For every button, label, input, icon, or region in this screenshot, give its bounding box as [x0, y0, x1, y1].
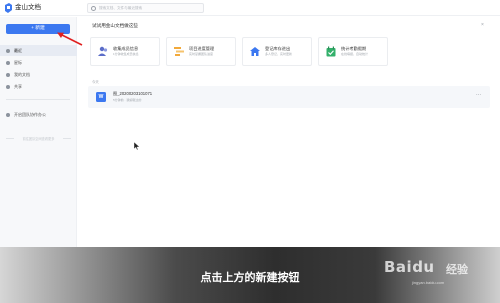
card-subtitle: 实时掌握团队进度	[189, 52, 214, 56]
sidebar-item-team[interactable]: 开启团队协作办公	[0, 109, 77, 120]
template-card-inventory[interactable]: 登记库存进出 多人登记，实时更新	[242, 37, 312, 66]
sidebar-item-starred[interactable]: 星标	[0, 57, 77, 68]
house-icon	[250, 47, 260, 56]
watermark-brand: Baidu	[384, 258, 435, 276]
calendar-check-icon	[326, 46, 336, 57]
search-icon	[91, 6, 96, 11]
progress-icon	[174, 47, 184, 56]
annotation-arrow-icon	[57, 32, 83, 46]
sidebar-item-label: 开启团队协作办公	[14, 112, 46, 117]
team-icon	[6, 112, 10, 117]
sidebar-item-my-documents[interactable]: 我的文档	[0, 69, 77, 80]
folder-icon	[6, 72, 10, 77]
share-icon	[6, 84, 10, 89]
section-title: 试试用金山文档做这些	[92, 23, 138, 28]
card-subtitle: 1分钟收集成员信息	[113, 52, 139, 56]
file-meta: 5分钟前 · 我编辑过的	[113, 98, 142, 102]
star-icon	[6, 60, 10, 65]
file-name: 图_20200203101071	[113, 91, 153, 96]
app-window: 金山文档 搜索文档、文件与最近搜索 + 新建 最近 星标 我的文档 共享 开启团…	[0, 0, 500, 303]
close-icon[interactable]: ×	[481, 22, 484, 28]
sidebar-divider	[6, 99, 70, 100]
note-divider-right	[63, 138, 71, 139]
recent-group-label: 今天	[92, 80, 99, 84]
watermark-url: jingyan.baidu.com	[412, 280, 445, 285]
template-card-collect[interactable]: 收集成员信息 1分钟收集成员信息	[90, 37, 160, 66]
card-subtitle: 多人登记，实时更新	[265, 52, 293, 56]
more-options-icon[interactable]: ···	[476, 92, 481, 98]
word-doc-icon: W	[96, 92, 106, 102]
watermark-cn: 经验	[446, 264, 468, 276]
clock-icon	[6, 48, 10, 53]
sidebar-item-label: 星标	[14, 60, 22, 65]
mouse-cursor-icon	[134, 142, 140, 150]
sidebar-item-label: 我的文档	[14, 72, 30, 77]
card-subtitle: 在线填报，自动统计	[341, 52, 369, 56]
top-bar: 金山文档 搜索文档、文件与最近搜索	[0, 0, 500, 16]
app-logo-icon[interactable]	[4, 3, 13, 13]
file-row[interactable]: W 图_20200203101071 5分钟前 · 我编辑过的 ···	[88, 86, 490, 108]
sidebar-item-label: 共享	[14, 84, 22, 89]
search-input[interactable]: 搜索文档、文件与最近搜索	[87, 3, 204, 13]
people-icon	[98, 46, 108, 56]
app-title: 金山文档	[15, 4, 41, 11]
sidebar-item-shared[interactable]: 共享	[0, 81, 77, 92]
template-card-progress[interactable]: 项目进度管理 实时掌握团队进度	[166, 37, 236, 66]
search-placeholder: 搜索文档、文件与最近搜索	[99, 5, 143, 10]
sidebar-item-label: 最近	[14, 48, 22, 53]
template-card-attendance[interactable]: 统计考勤假期 在线填报，自动统计	[318, 37, 388, 66]
